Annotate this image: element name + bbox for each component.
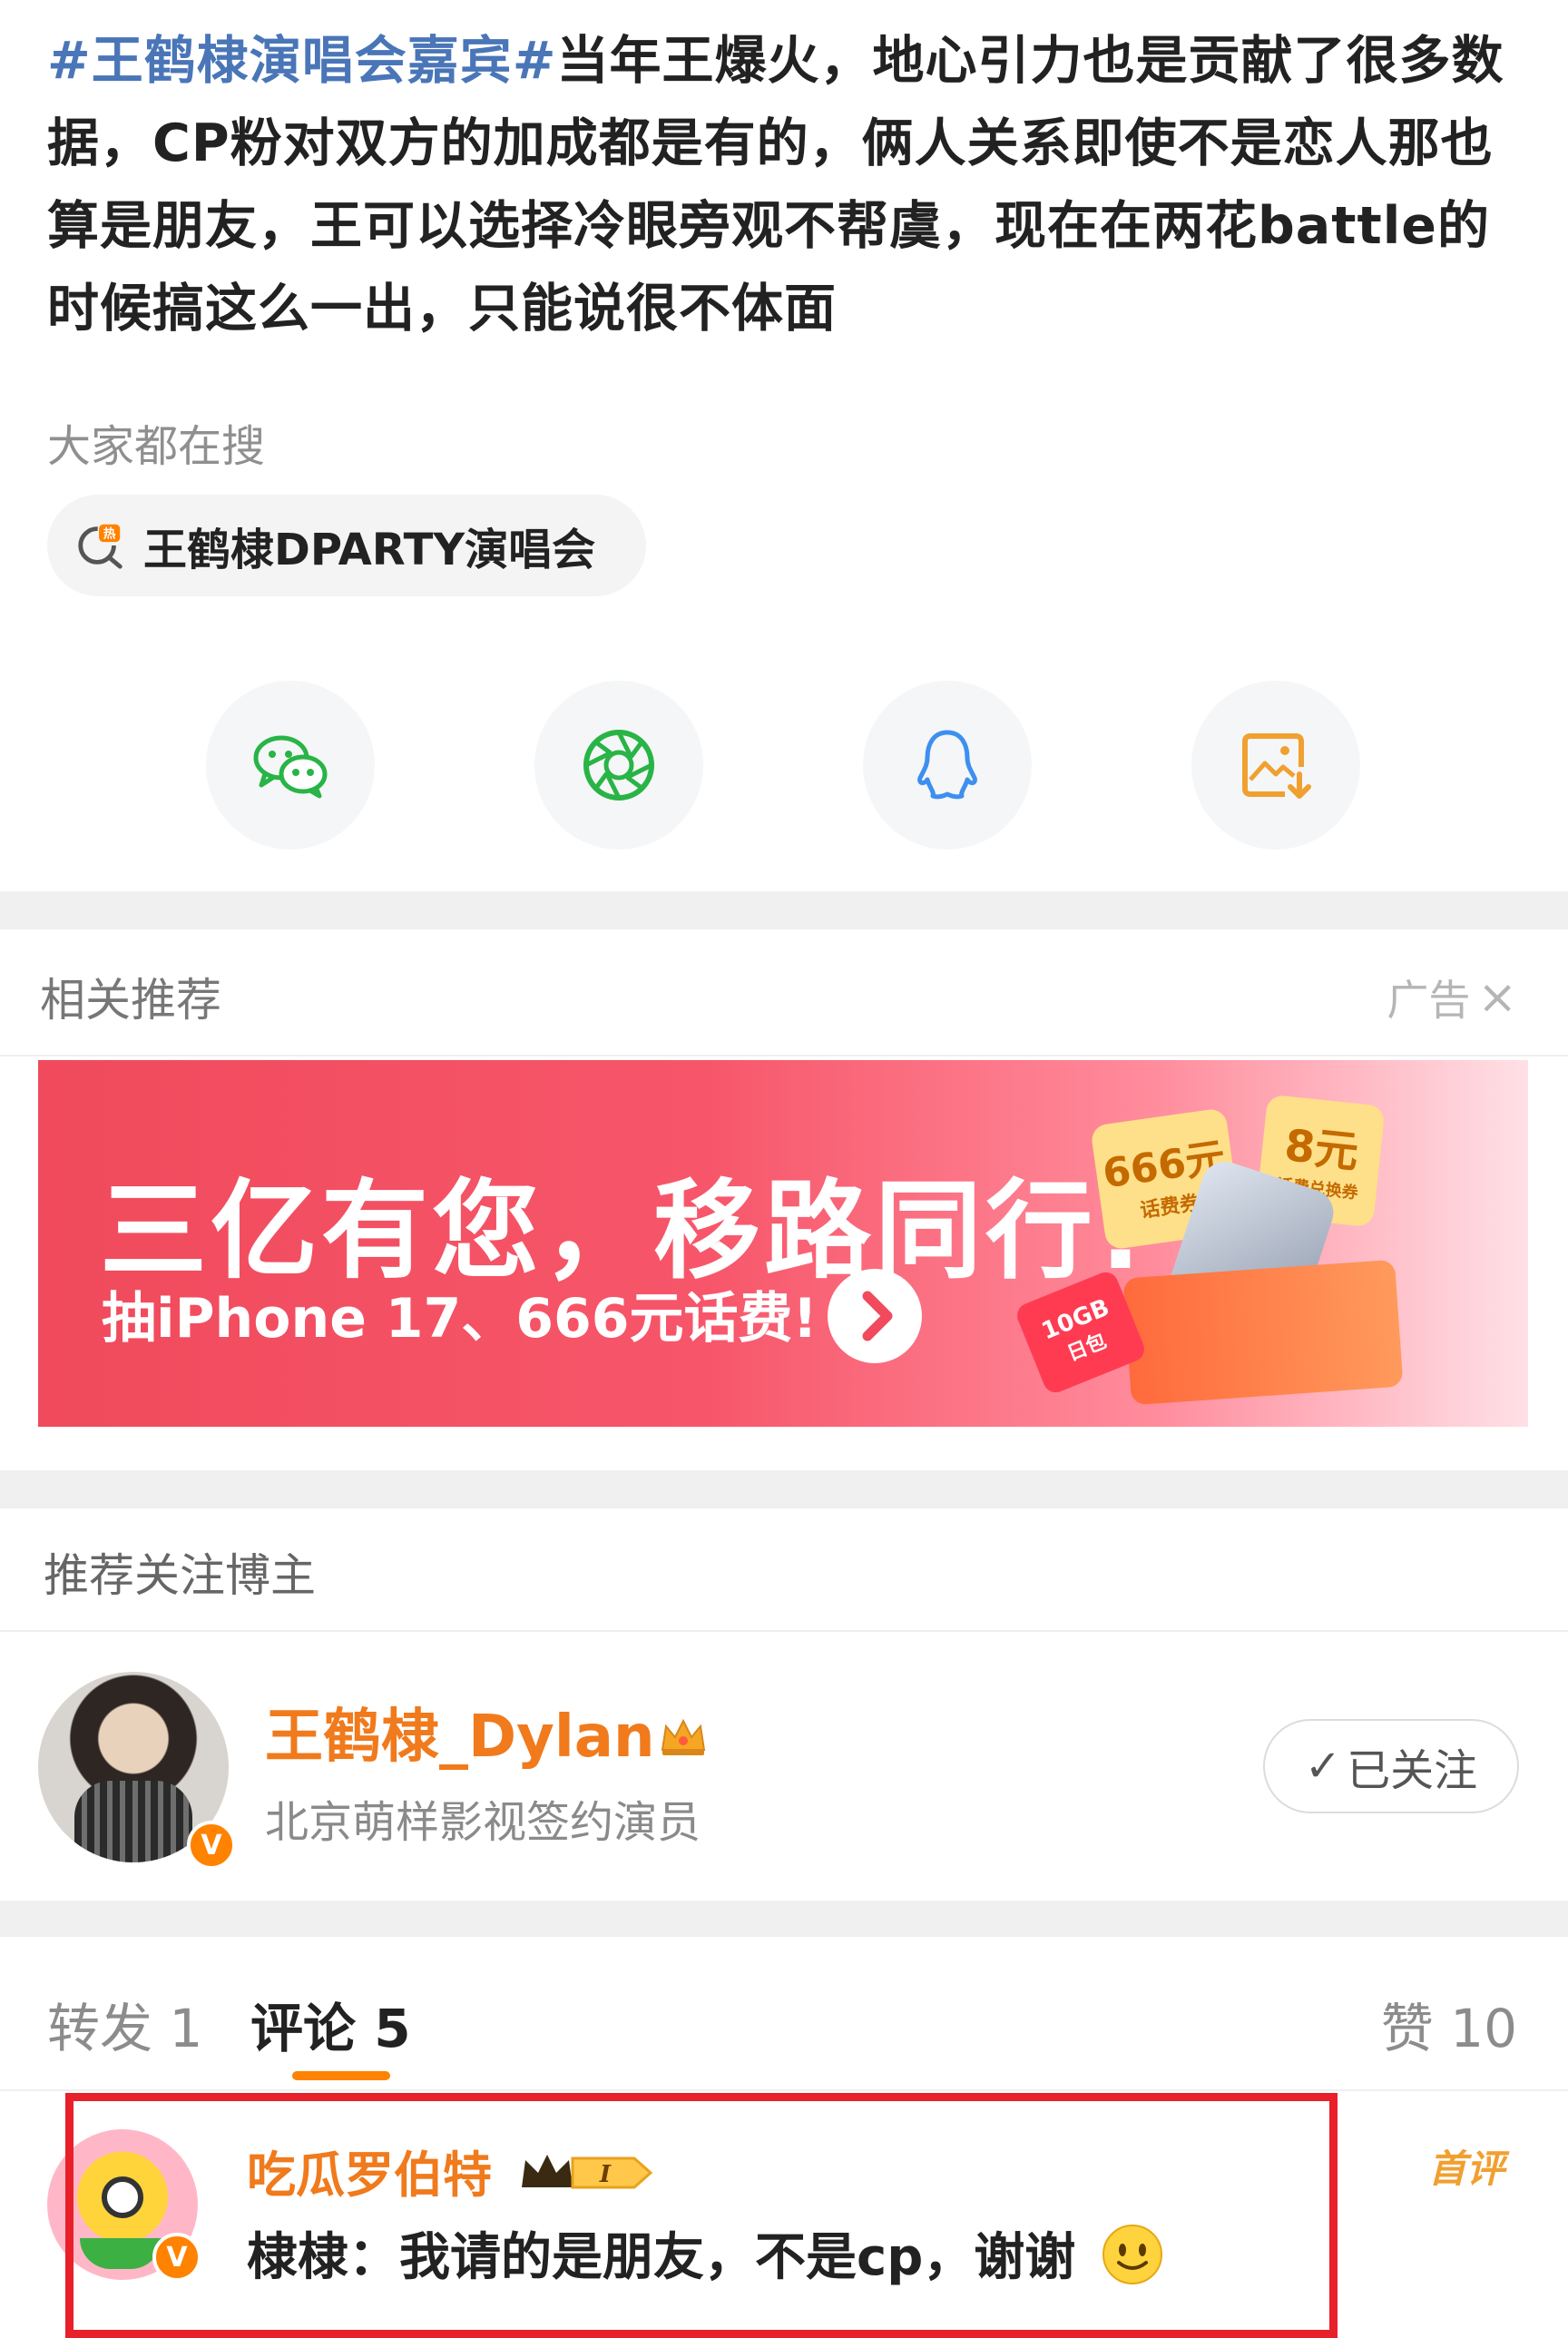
ad-banner[interactable]: 三亿有您，移路同行! 抽iPhone 17、666元话费! 666元 话费券 8… bbox=[38, 1060, 1528, 1427]
banner-arrow-icon[interactable] bbox=[828, 1269, 922, 1363]
blogger-name-text: 王鹤棣_Dylan bbox=[265, 1704, 655, 1771]
divider bbox=[0, 1630, 1568, 1632]
save-image-button[interactable] bbox=[1191, 681, 1360, 850]
verified-badge-icon: V bbox=[187, 1821, 236, 1870]
post-hashtag[interactable]: #王鹤棣演唱会嘉宾# bbox=[47, 31, 557, 91]
crown-icon bbox=[659, 1706, 708, 1773]
blogger-name[interactable]: 王鹤棣_Dylan bbox=[265, 1690, 708, 1773]
section-divider bbox=[0, 891, 1568, 929]
share-wechat-button[interactable] bbox=[206, 681, 375, 850]
trending-query: 王鹤棣DPARTY演唱会 bbox=[143, 525, 596, 575]
banner-subline: 抽iPhone 17、666元话费! bbox=[102, 1287, 818, 1351]
tab-comments[interactable]: 评论 5 bbox=[250, 1986, 411, 2062]
close-icon[interactable]: × bbox=[1477, 970, 1517, 1025]
first-comment-tag: 首评 bbox=[1428, 2146, 1505, 2191]
tab-likes-count: 10 bbox=[1450, 1998, 1517, 2059]
share-moments-button[interactable] bbox=[534, 681, 703, 850]
section-divider bbox=[0, 1470, 1568, 1508]
follow-label: 已关注 bbox=[1347, 1745, 1478, 1796]
share-qq-button[interactable] bbox=[863, 681, 1032, 850]
blogger-description: 北京萌样影视签约演员 bbox=[265, 1797, 701, 1848]
section-divider bbox=[0, 1901, 1568, 1937]
trending-caption: 大家都在搜 bbox=[47, 421, 266, 472]
tab-repost[interactable]: 转发 1 bbox=[47, 1986, 202, 2062]
tab-comments-label: 评论 bbox=[250, 1998, 357, 2059]
divider bbox=[0, 1055, 1568, 1056]
highlight-frame bbox=[65, 2093, 1338, 2338]
wechat-icon bbox=[253, 735, 328, 799]
related-title: 相关推荐 bbox=[40, 974, 221, 1027]
gift-box-image bbox=[1122, 1259, 1404, 1406]
ad-text: 广告 bbox=[1387, 976, 1471, 1025]
qq-icon bbox=[917, 730, 977, 800]
hot-search-icon: 热 bbox=[78, 524, 122, 569]
check-icon: ✓ bbox=[1304, 1741, 1342, 1792]
tab-repost-label: 转发 bbox=[47, 1998, 153, 2059]
trending-search-chip[interactable]: 热 王鹤棣DPARTY演唱会 bbox=[47, 495, 646, 596]
active-tab-indicator bbox=[292, 2071, 390, 2080]
avatar-shirt bbox=[74, 1781, 192, 1862]
save-image-icon bbox=[1242, 733, 1311, 799]
tab-likes-label: 赞 bbox=[1380, 1998, 1434, 2059]
svg-text:热: 热 bbox=[103, 526, 116, 541]
moments-icon bbox=[583, 730, 654, 801]
ad-label[interactable]: 广告 × bbox=[1387, 968, 1517, 1027]
prize2-amount: 8元 bbox=[1281, 1119, 1361, 1179]
recommend-title: 推荐关注博主 bbox=[44, 1549, 316, 1602]
tab-repost-count: 1 bbox=[169, 1998, 203, 2059]
tab-comments-count: 5 bbox=[374, 1998, 411, 2059]
following-button[interactable]: ✓ 已关注 bbox=[1263, 1719, 1519, 1813]
tab-likes[interactable]: 赞 10 bbox=[1381, 1986, 1517, 2062]
divider bbox=[0, 2089, 1568, 2091]
post-body: #王鹤棣演唱会嘉宾#当年王爆火，地心引力也是贡献了很多数据，CP粉对双方的加成都… bbox=[47, 20, 1526, 350]
